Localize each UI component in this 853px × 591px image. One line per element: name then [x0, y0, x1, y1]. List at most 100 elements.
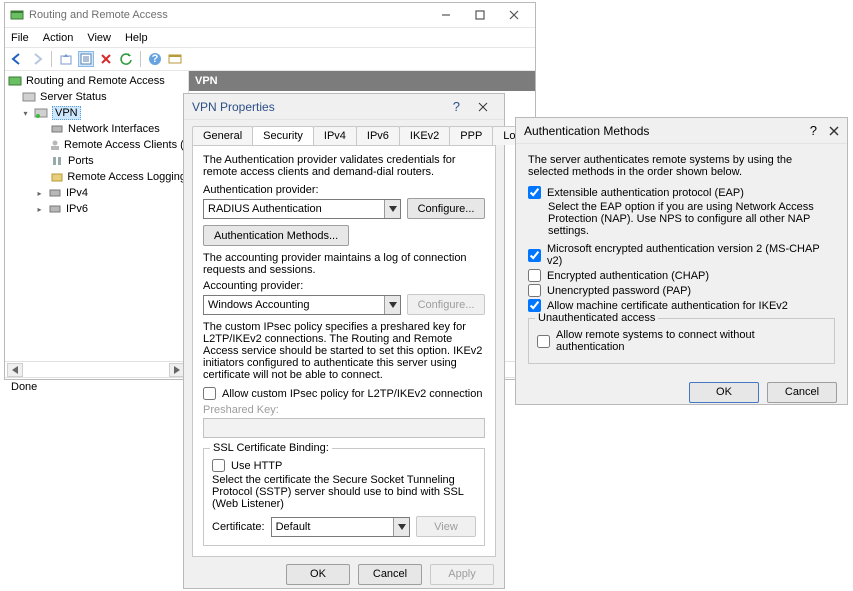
help-icon[interactable]: ? — [453, 99, 460, 114]
dialog-buttons: OK Cancel Apply — [184, 557, 504, 591]
ports-icon — [49, 153, 65, 169]
refresh-icon[interactable] — [118, 51, 134, 67]
svg-text:?: ? — [152, 53, 159, 65]
cert-combo[interactable]: Default — [271, 517, 410, 537]
cancel-button[interactable]: Cancel — [767, 382, 837, 403]
cancel-button[interactable]: Cancel — [358, 564, 422, 585]
dialog-titlebar: Authentication Methods ? — [516, 118, 847, 144]
scroll-left-icon[interactable] — [7, 363, 23, 377]
intro-text: The Authentication provider validates cr… — [203, 154, 485, 178]
dialog-title: VPN Properties — [192, 100, 453, 114]
configure-auth-button[interactable]: Configure... — [407, 198, 485, 219]
right-pane-header: VPN — [189, 71, 535, 91]
tab-general[interactable]: General — [192, 126, 253, 145]
tab-ikev2[interactable]: IKEv2 — [399, 126, 450, 145]
tab-ipv4[interactable]: IPv4 — [313, 126, 357, 145]
menu-action[interactable]: Action — [43, 32, 74, 44]
configure-acct-button: Configure... — [407, 294, 485, 315]
tree-vpn[interactable]: VPN — [52, 106, 81, 120]
help-icon[interactable]: ? — [147, 51, 163, 67]
acct-provider-combo[interactable]: Windows Accounting — [203, 295, 401, 315]
tree-root[interactable]: Routing and Remote Access — [26, 75, 165, 87]
dialog-titlebar: VPN Properties ? — [184, 94, 504, 120]
eap-desc: Select the EAP option if you are using N… — [548, 201, 835, 237]
auth-methods-dialog: Authentication Methods ? The server auth… — [515, 117, 848, 405]
titlebar: Routing and Remote Access — [5, 3, 535, 27]
delete-icon[interactable] — [98, 51, 114, 67]
eap-checkbox[interactable]: Extensible authentication protocol (EAP) — [528, 186, 835, 199]
expand-icon[interactable]: ▸ — [35, 205, 44, 214]
tree-pane[interactable]: Routing and Remote Access Server Status … — [5, 71, 189, 361]
ipv4-icon — [47, 185, 63, 201]
acct-provider-label: Accounting provider: — [203, 280, 485, 292]
chevron-down-icon[interactable] — [384, 200, 400, 218]
tab-ppp[interactable]: PPP — [449, 126, 493, 145]
close-icon[interactable] — [470, 97, 496, 117]
menubar: File Action View Help — [5, 27, 535, 47]
chap-checkbox[interactable]: Encrypted authentication (CHAP) — [528, 269, 835, 282]
vpn-properties-dialog: VPN Properties ? General Security IPv4 I… — [183, 93, 505, 589]
forward-icon[interactable] — [29, 51, 45, 67]
rras-icon — [7, 73, 23, 89]
auth-provider-combo[interactable]: RADIUS Authentication — [203, 199, 401, 219]
help-icon[interactable]: ? — [810, 123, 817, 138]
dialog-body: The server authenticates remote systems … — [516, 144, 847, 374]
netif-icon — [49, 121, 65, 137]
auth-provider-label: Authentication provider: — [203, 184, 485, 196]
run-icon[interactable] — [167, 51, 183, 67]
close-button[interactable] — [497, 4, 531, 26]
ssl-text: Select the certificate the Secure Socket… — [212, 474, 476, 510]
dialog-buttons: OK Cancel — [516, 374, 847, 410]
menu-file[interactable]: File — [11, 32, 29, 44]
tab-ipv6[interactable]: IPv6 — [356, 126, 400, 145]
tabstrip: General Security IPv4 IPv6 IKEv2 PPP Log… — [184, 120, 504, 145]
ikev2-cert-checkbox[interactable]: Allow machine certificate authentication… — [528, 299, 835, 312]
properties-icon[interactable] — [78, 51, 94, 67]
unauth-legend: Unauthenticated access — [535, 312, 658, 324]
maximize-button[interactable] — [463, 4, 497, 26]
pap-checkbox[interactable]: Unencrypted password (PAP) — [528, 284, 835, 297]
app-icon — [9, 7, 25, 23]
mschap-checkbox[interactable]: Microsoft encrypted authentication versi… — [528, 243, 835, 267]
auth-methods-button[interactable]: Authentication Methods... — [203, 225, 349, 246]
collapse-icon[interactable]: ▾ — [21, 109, 30, 118]
ipv6-icon — [47, 201, 63, 217]
preshared-key-input — [203, 418, 485, 438]
tree-ports[interactable]: Ports — [68, 155, 94, 167]
ipsec-text: The custom IPsec policy specifies a pres… — [203, 321, 485, 381]
rac-icon — [49, 137, 61, 153]
view-cert-button: View — [416, 516, 476, 537]
expand-icon[interactable]: ▸ — [35, 189, 44, 198]
server-status-icon — [21, 89, 37, 105]
chevron-down-icon[interactable] — [393, 518, 409, 536]
menu-help[interactable]: Help — [125, 32, 148, 44]
ral-icon — [49, 169, 64, 185]
toolbar: ? — [5, 47, 535, 71]
minimize-button[interactable] — [429, 4, 463, 26]
use-http-checkbox[interactable]: Use HTTP — [212, 459, 476, 472]
unauth-fieldset: Unauthenticated access Allow remote syst… — [528, 318, 835, 364]
tree-ipv4[interactable]: IPv4 — [66, 187, 88, 199]
intro-text: The server authenticates remote systems … — [528, 154, 835, 178]
tree-ipv6[interactable]: IPv6 — [66, 203, 88, 215]
allow-ipsec-checkbox[interactable]: Allow custom IPsec policy for L2TP/IKEv2… — [203, 387, 485, 400]
ok-button[interactable]: OK — [286, 564, 350, 585]
ssl-legend: SSL Certificate Binding: — [210, 442, 332, 454]
tab-security[interactable]: Security — [252, 126, 314, 145]
unauth-checkbox[interactable]: Allow remote systems to connect without … — [537, 329, 826, 353]
vpn-icon — [33, 105, 49, 121]
dialog-title: Authentication Methods — [524, 124, 810, 138]
close-icon[interactable] — [829, 126, 839, 136]
preshared-key-label: Preshared Key: — [203, 404, 485, 416]
tree-netif[interactable]: Network Interfaces — [68, 123, 160, 135]
cert-label: Certificate: — [212, 521, 265, 533]
ok-button[interactable]: OK — [689, 382, 759, 403]
tree-server-status[interactable]: Server Status — [40, 91, 107, 103]
tree-ral[interactable]: Remote Access Logging — [67, 171, 186, 183]
up-icon[interactable] — [58, 51, 74, 67]
apply-button: Apply — [430, 564, 494, 585]
chevron-down-icon[interactable] — [384, 296, 400, 314]
tree-rac[interactable]: Remote Access Clients (0 — [64, 139, 189, 151]
back-icon[interactable] — [9, 51, 25, 67]
menu-view[interactable]: View — [87, 32, 111, 44]
